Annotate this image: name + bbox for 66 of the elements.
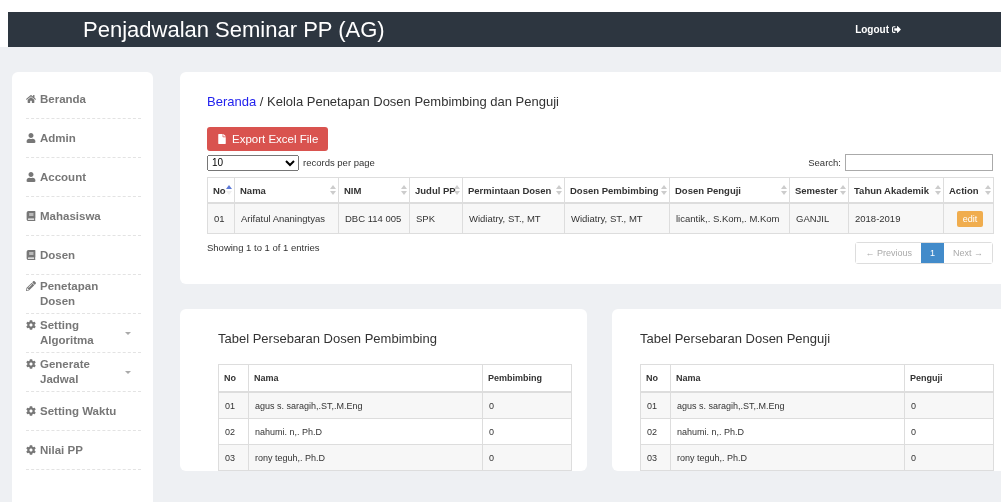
book-icon <box>26 210 36 221</box>
caret-icon <box>125 370 131 374</box>
sidebar-item[interactable]: Penetapan Dosen <box>26 275 141 314</box>
logout-link[interactable]: Logout <box>855 24 901 35</box>
sidebar-item[interactable]: Setting Algoritma <box>26 314 141 353</box>
table-cell: 0 <box>482 418 572 445</box>
page-button[interactable]: 1 <box>920 243 944 263</box>
gear-icon <box>26 405 36 416</box>
table-cell: 01 <box>207 203 235 234</box>
table-cell: 03 <box>218 444 249 471</box>
sidebar-item[interactable]: Nilai PP <box>26 431 141 470</box>
table-cell: 03 <box>640 444 671 471</box>
table-cell: 01 <box>640 392 671 419</box>
user-icon <box>26 171 36 182</box>
entries-info: Showing 1 to 1 of 1 entries <box>207 242 320 253</box>
table-cell: 0 <box>904 392 994 419</box>
table-cell: 2018-2019 <box>848 203 944 234</box>
breadcrumb: Beranda / Kelola Penetapan Dosen Pembimbing dan Penguji <box>207 94 560 109</box>
home-icon <box>26 93 36 104</box>
app-title: Penjadwalan Seminar PP (AG) <box>83 16 385 43</box>
table-cell: rony teguh,. Ph.D <box>670 444 905 471</box>
table-cell: 0 <box>482 444 572 471</box>
table-cell: rony teguh,. Ph.D <box>248 444 483 471</box>
table-cell: 02 <box>218 418 249 445</box>
search-label: Search: <box>808 157 841 168</box>
panel-title: Tabel Persebaran Dosen Pembimbing <box>218 331 438 346</box>
table-cell: SPK <box>409 203 463 234</box>
records-select[interactable]: 10 <box>207 154 299 171</box>
sidebar-item[interactable]: Generate Jadwal <box>26 353 141 392</box>
gear-icon <box>26 359 36 369</box>
table-cell: 0 <box>904 444 994 471</box>
breadcrumb-link[interactable]: Beranda <box>207 94 257 109</box>
export-button[interactable]: Export Excel File <box>207 127 329 151</box>
table-cell: agus s. saragih,.ST,.M.Eng <box>670 392 905 419</box>
pencil-icon <box>26 281 36 291</box>
sidebar-item[interactable]: Mahasiswa <box>26 197 141 236</box>
sidebar-item[interactable]: Admin <box>26 119 141 158</box>
table-cell: licantik,. S.Kom,. M.Kom <box>669 203 790 234</box>
column-header[interactable]: Nama <box>240 184 266 196</box>
logout-icon <box>892 25 901 34</box>
user-icon <box>26 132 36 143</box>
sidebar-item[interactable]: Account <box>26 158 141 197</box>
table-cell: nahumi. n,. Ph.D <box>670 418 905 445</box>
gear-icon <box>26 320 36 330</box>
search-field[interactable] <box>845 154 993 171</box>
gear-icon <box>26 444 36 455</box>
panel-title: Tabel Persebaran Dosen Penguji <box>640 331 832 346</box>
column-header[interactable]: NIM <box>344 184 362 196</box>
table-cell: 0 <box>482 392 572 419</box>
table-cell: 0 <box>904 418 994 445</box>
table-cell: Widiatry, ST., MT <box>564 203 670 234</box>
records-label: records per page <box>303 157 375 168</box>
table-cell: 01 <box>218 392 249 419</box>
table-cell: Arifatul Ananingtyas <box>234 203 339 234</box>
table-cell: Widiatry, ST., MT <box>462 203 565 234</box>
book-icon <box>26 249 36 260</box>
sidebar-item[interactable]: Setting Waktu <box>26 392 141 431</box>
file-icon <box>217 134 227 144</box>
table-cell: GANJIL <box>789 203 849 234</box>
sidebar-item[interactable]: Dosen <box>26 236 141 275</box>
table-cell: 02 <box>640 418 671 445</box>
table-cell: agus s. saragih,.ST,.M.Eng <box>248 392 483 419</box>
table-cell: DBC 114 005 <box>338 203 410 234</box>
table-cell: nahumi. n,. Ph.D <box>248 418 483 445</box>
sidebar-item[interactable]: Beranda <box>26 80 141 119</box>
caret-icon <box>125 331 131 335</box>
